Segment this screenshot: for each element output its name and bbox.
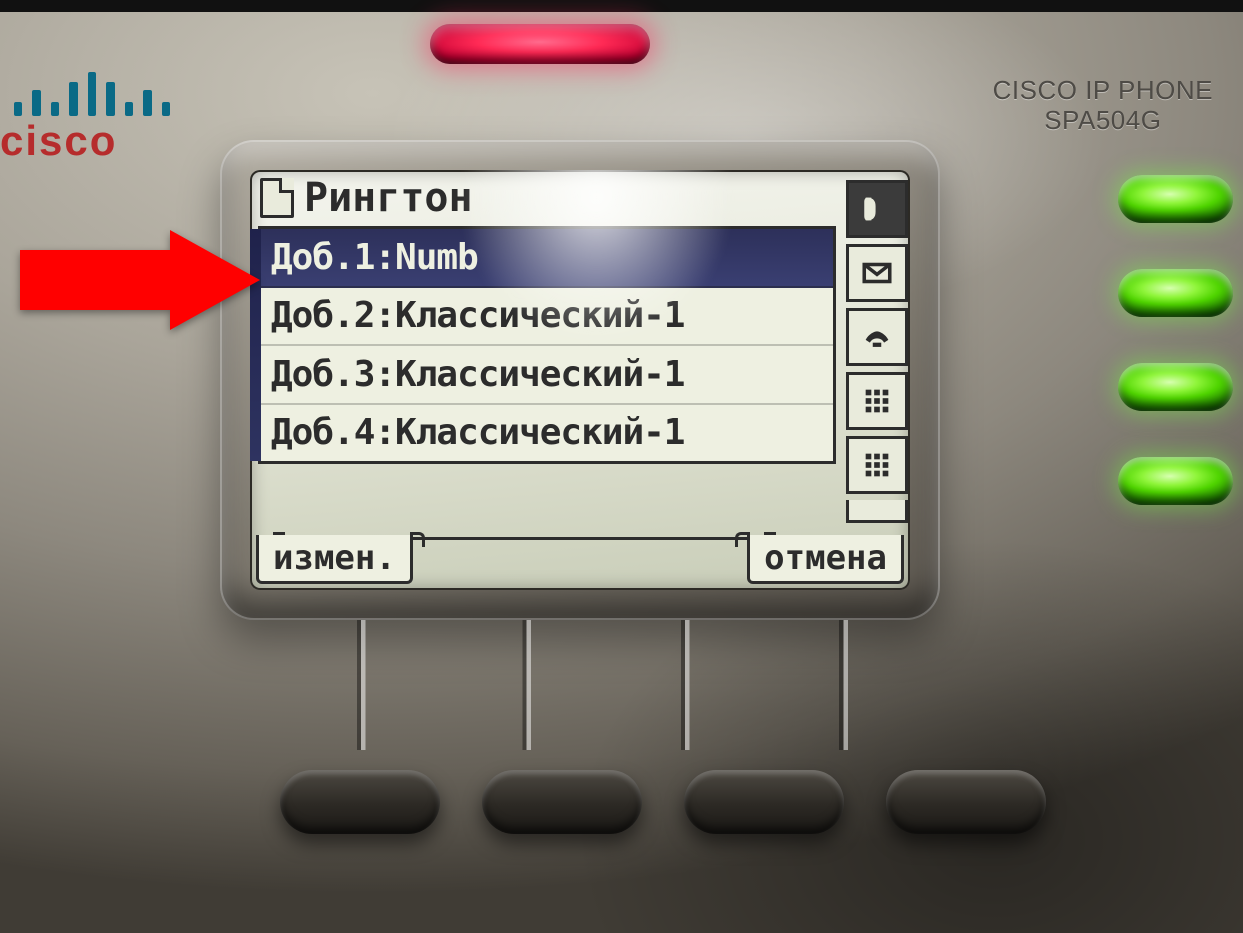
softkey-change-label: измен. [273,538,396,578]
line-4-led[interactable] [1118,457,1233,505]
document-icon [260,178,294,218]
menu-num-4: 4 [250,403,261,461]
phone-body: cisco CISCO IP PHONE SPA504G Рингтон 1 2… [0,0,1243,933]
device-model-line1: CISCO IP PHONE [993,75,1213,105]
ringtone-menu: 1 2 3 4 Доб.1:Numb Доб.2:Классический-1 … [258,226,836,464]
softkey-button-4[interactable] [886,770,1046,834]
menu-item-4[interactable]: Доб.4:Классический-1 [261,405,833,462]
cisco-logo: cisco [0,70,170,162]
envelope-icon [846,244,908,302]
screen-header: Рингтон [250,170,910,226]
phone-handset-icon [846,180,908,238]
menu-item-1-label: Доб.1:Numb [271,237,478,278]
softkey-cancel[interactable]: отмена [747,535,904,584]
device-model-label: CISCO IP PHONE SPA504G [993,75,1213,135]
menu-item-3-label: Доб.3:Классический-1 [271,354,684,395]
softkey-button-3[interactable] [684,770,844,834]
top-edge [0,0,1243,12]
menu-num-3: 3 [250,345,261,403]
device-model-line2: SPA504G [993,105,1213,135]
menu-item-4-label: Доб.4:Классический-1 [271,412,684,453]
softkey-button-2[interactable] [482,770,642,834]
cisco-logo-bars-icon [14,70,170,116]
menu-item-2[interactable]: Доб.2:Классический-1 [261,288,833,347]
menu-num-2: 2 [250,287,261,345]
softkey-change[interactable]: измен. [256,535,413,584]
line-3-led[interactable] [1118,363,1233,411]
line-status-icons [846,180,902,523]
menu-num-1: 1 [250,229,261,287]
menu-item-2-label: Доб.2:Классический-1 [271,295,684,336]
line-2-led[interactable] [1118,269,1233,317]
menu-item-3[interactable]: Доб.3:Классический-1 [261,346,833,405]
softkey-cancel-label: отмена [764,538,887,578]
phone-onhook-icon [846,308,908,366]
line-leds [1118,175,1233,505]
menu-number-column: 1 2 3 4 [250,229,261,461]
softkey-bar: измен. отмена [250,526,910,590]
screen-bezel: Рингтон 1 2 3 4 Доб.1:Numb Доб.2:Классич… [220,140,940,620]
scroll-indicator [846,500,908,523]
brand-name: cisco [0,120,170,162]
message-indicator-led [430,24,650,64]
lcd-screen: Рингтон 1 2 3 4 Доб.1:Numb Доб.2:Классич… [250,170,910,590]
line-1-led[interactable] [1118,175,1233,223]
softkey-button-1[interactable] [280,770,440,834]
menu-item-1[interactable]: Доб.1:Numb [261,229,833,288]
softkey-buttons [280,770,1046,834]
screen-title: Рингтон [304,175,473,221]
grid-icon [846,372,908,430]
grid-icon [846,436,908,494]
